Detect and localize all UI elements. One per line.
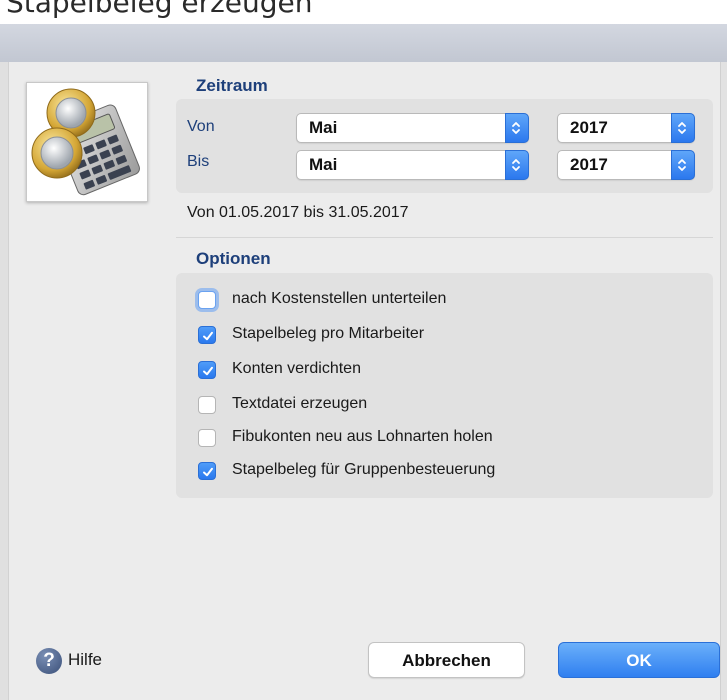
chevron-updown-icon [505, 150, 529, 180]
von-label: Von [187, 118, 215, 135]
checkmark-icon [203, 366, 213, 376]
option-checkbox[interactable] [198, 396, 216, 414]
bis-year-select[interactable]: 2017 [557, 150, 695, 180]
help-icon[interactable]: ? [36, 648, 62, 674]
bis-label: Bis [187, 153, 210, 170]
left-window-edge [0, 62, 9, 700]
date-range-text: Von 01.05.2017 bis 31.05.2017 [187, 204, 409, 221]
window-titlebar [0, 24, 727, 63]
section-divider [176, 237, 713, 238]
option-checkbox[interactable] [198, 429, 216, 447]
von-month-value: Mai [309, 118, 338, 137]
option-label: Fibukonten neu aus Lohnarten holen [232, 428, 493, 445]
option-checkbox[interactable] [198, 462, 216, 480]
option-label: nach Kostenstellen unterteilen [232, 290, 447, 307]
checkmark-icon [203, 467, 213, 477]
bis-month-value: Mai [309, 155, 338, 174]
right-window-edge [720, 62, 727, 700]
option-label: Konten verdichten [232, 360, 361, 377]
zeitraum-title: Zeitraum [196, 76, 268, 95]
von-month-select[interactable]: Mai [296, 113, 529, 143]
ok-button[interactable]: OK [558, 642, 720, 678]
option-checkbox[interactable] [198, 326, 216, 344]
calculator-coins-icon [26, 82, 148, 202]
chevron-updown-icon [505, 113, 529, 143]
checkmark-icon [203, 331, 213, 341]
option-checkbox[interactable] [198, 291, 216, 309]
bis-month-select[interactable]: Mai [296, 150, 529, 180]
von-year-select[interactable]: 2017 [557, 113, 695, 143]
top-caption-strip: Stapelbeleg erzeugen [0, 0, 727, 24]
chevron-updown-icon [671, 113, 695, 143]
optionen-title: Optionen [196, 249, 271, 268]
cancel-button[interactable]: Abbrechen [368, 642, 525, 678]
option-label: Stapelbeleg für Gruppenbesteuerung [232, 461, 496, 478]
chevron-updown-icon [671, 150, 695, 180]
help-label[interactable]: Hilfe [68, 650, 102, 670]
von-year-value: 2017 [570, 118, 608, 137]
option-label: Stapelbeleg pro Mitarbeiter [232, 325, 425, 342]
option-checkbox[interactable] [198, 361, 216, 379]
option-label: Textdatei erzeugen [232, 395, 368, 412]
top-caption: Stapelbeleg erzeugen [6, 0, 313, 19]
bis-year-value: 2017 [570, 155, 608, 174]
